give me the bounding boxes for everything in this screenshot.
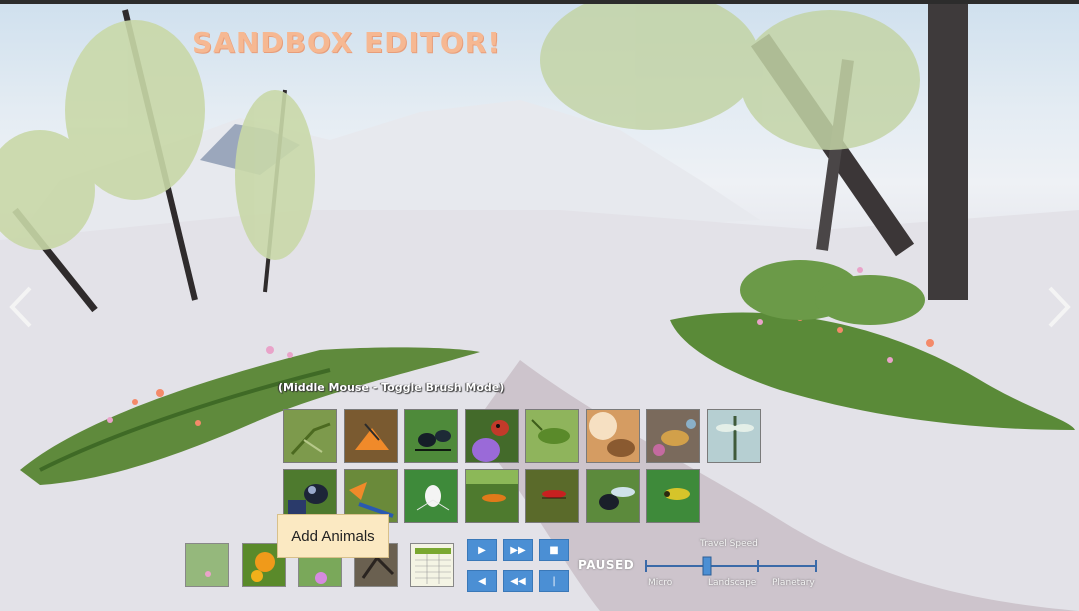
reverse-button[interactable]: ◀ <box>467 570 497 592</box>
stop-icon: ■ <box>549 544 559 556</box>
animal-tile-grasshopper[interactable] <box>525 409 579 463</box>
animal-tile-butterfly[interactable] <box>344 409 398 463</box>
animal-tile-red-ant[interactable] <box>525 469 579 523</box>
paused-status: PAUSED <box>578 558 635 572</box>
step-button[interactable]: | <box>539 570 569 592</box>
animal-tile-ladybug[interactable] <box>465 409 519 463</box>
play-icon: ▶ <box>478 544 486 556</box>
fast-forward-icon: ▶▶ <box>510 544 526 556</box>
game-viewport[interactable]: SANDBOX EDITOR! (Middle Mouse - Toggle B… <box>0 0 1079 611</box>
step-icon: | <box>552 575 556 587</box>
fast-forward-button[interactable]: ▶▶ <box>503 539 533 561</box>
rewind-button[interactable]: ◀◀ <box>503 570 533 592</box>
slider-thumb <box>702 556 712 576</box>
animal-tile-fly[interactable] <box>586 469 640 523</box>
rewind-icon: ◀◀ <box>510 575 526 587</box>
category-spreadsheet-button[interactable] <box>410 543 454 587</box>
animal-tile-ant[interactable] <box>404 409 458 463</box>
animal-tile-dragonfly[interactable] <box>707 409 761 463</box>
animal-tile-wasp[interactable] <box>646 409 700 463</box>
tick-label-landscape: Landscape <box>708 578 757 588</box>
tick-label-micro: Micro <box>648 578 673 588</box>
travel-speed-label: Travel Speed <box>700 539 758 549</box>
page-title: SANDBOX EDITOR! <box>192 26 502 59</box>
tick-label-planetary: Planetary <box>772 578 815 588</box>
travel-speed-slider[interactable] <box>640 554 820 578</box>
reverse-icon: ◀ <box>478 575 486 587</box>
brush-mode-hint: (Middle Mouse - Toggle Brush Mode) <box>278 381 505 394</box>
next-arrow-icon[interactable] <box>1044 284 1074 330</box>
add-animals-tooltip: Add Animals <box>277 514 389 558</box>
category-grass-button[interactable] <box>185 543 229 587</box>
previous-arrow-icon[interactable] <box>6 284 36 330</box>
play-button[interactable]: ▶ <box>467 539 497 561</box>
animal-tile-spider[interactable] <box>404 469 458 523</box>
stop-button[interactable]: ■ <box>539 539 569 561</box>
window-top-bar <box>0 0 1079 4</box>
animal-tile-moth[interactable] <box>586 409 640 463</box>
animal-tile-orange-ant[interactable] <box>465 469 519 523</box>
animal-tile-mantis[interactable] <box>283 409 337 463</box>
animal-tile-yellow-bug[interactable] <box>646 469 700 523</box>
